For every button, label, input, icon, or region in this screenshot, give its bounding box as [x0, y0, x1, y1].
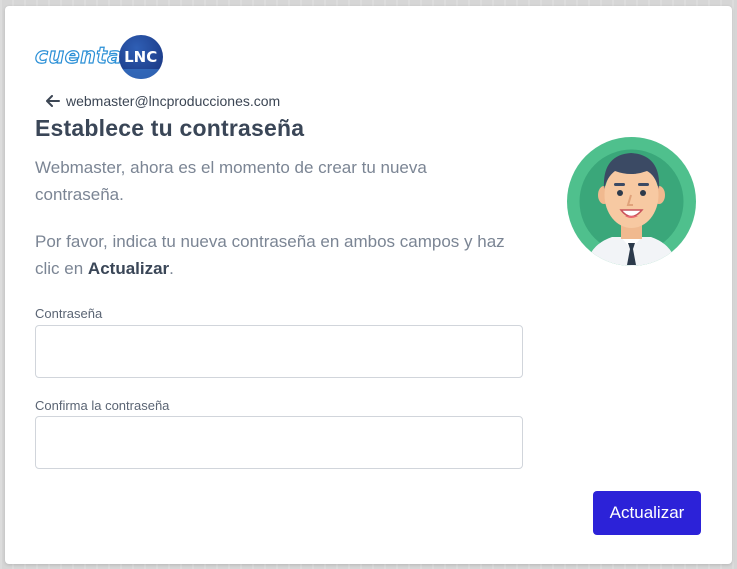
user-avatar-illustration — [567, 137, 696, 266]
confirm-password-label: Confirma la contraseña — [35, 398, 170, 413]
logo-badge: LNC — [118, 35, 163, 79]
instructions-text: Por favor, indica tu nueva contraseña en… — [35, 228, 515, 282]
cuentalnc-logo: cuenta LNC — [34, 35, 163, 79]
password-input[interactable] — [35, 325, 523, 378]
arrow-left-icon — [46, 95, 60, 107]
password-label: Contraseña — [35, 306, 103, 321]
account-email: webmaster@lncproducciones.com — [66, 93, 281, 109]
confirm-password-input[interactable] — [35, 416, 523, 469]
update-button[interactable]: Actualizar — [593, 491, 701, 535]
back-to-account-link[interactable]: webmaster@lncproducciones.com — [46, 93, 280, 109]
instructions-bold: Actualizar — [87, 259, 170, 278]
intro-text: Webmaster, ahora es el momento de crear … — [35, 158, 427, 204]
password-card: cuenta LNC webmaster@lncproducciones.com… — [5, 6, 732, 564]
instructions-after: . — [169, 259, 174, 278]
logo-text: cuenta — [34, 44, 123, 69]
page-title: Establece tu contraseña — [35, 115, 305, 141]
